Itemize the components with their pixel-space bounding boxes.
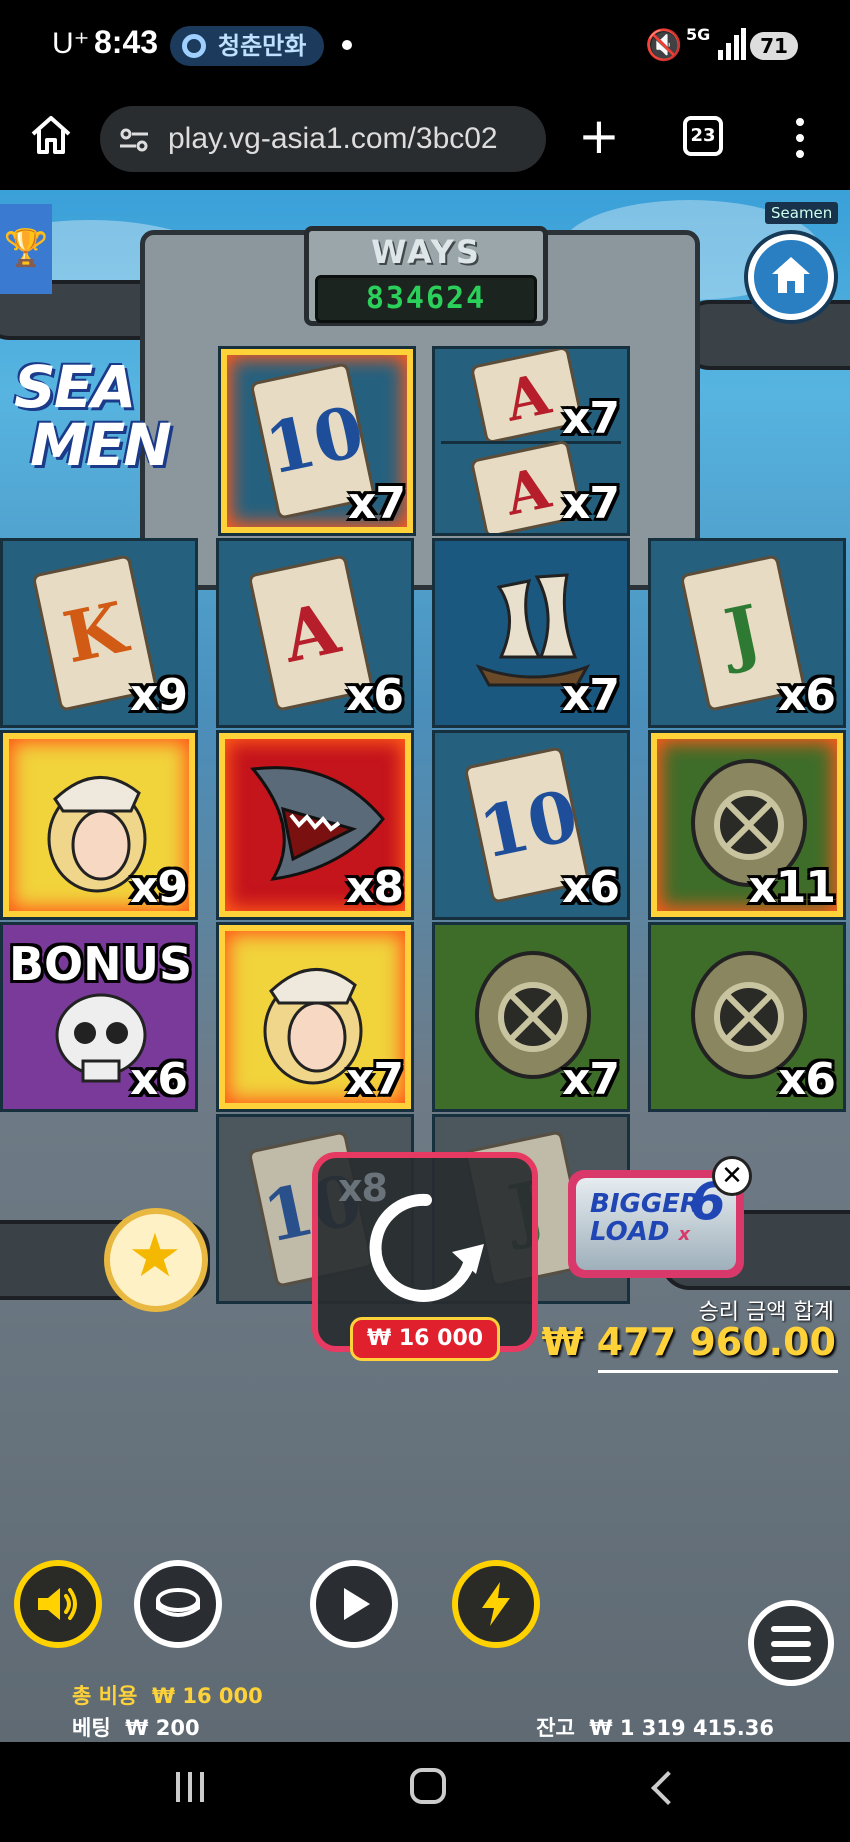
balance-info: 잔고 ₩ 1 319 415.36	[536, 1712, 774, 1742]
bet-value: ₩ 200	[125, 1716, 200, 1740]
site-settings-icon[interactable]	[118, 128, 150, 152]
reel-cell: 10 x7	[218, 346, 416, 536]
notification-dot-icon	[342, 40, 352, 50]
spin-icon	[369, 1193, 484, 1302]
home-icon	[772, 257, 810, 293]
win-total-value: ₩ 477 960.00	[541, 1320, 836, 1364]
cell-multiplier: x9	[130, 670, 188, 721]
game-logo: SEA MEN	[0, 350, 200, 500]
turbo-button[interactable]	[452, 1560, 540, 1648]
bigger-load-x: x	[678, 1224, 691, 1245]
game-tag: Seamen	[765, 202, 839, 224]
home-nav-icon[interactable]	[410, 1768, 446, 1804]
spin-cost-badge: ₩ 16 000	[350, 1317, 500, 1361]
browser-menu-icon[interactable]	[792, 114, 808, 162]
address-bar[interactable]: play.vg-asia1.com/3bc02	[100, 106, 546, 172]
new-tab-icon[interactable]: +	[578, 106, 620, 166]
browser-toolbar: play.vg-asia1.com/3bc02 + 23	[0, 92, 850, 190]
app-icon	[182, 34, 206, 58]
game-canvas[interactable]: 🏆 Seamen WAYS 834624 SEA MEN 10 x7 A x7 …	[0, 190, 850, 1742]
bet-label: 베팅	[72, 1716, 111, 1740]
cell-multiplier-top: x7	[562, 393, 620, 444]
sound-button[interactable]	[14, 1560, 102, 1648]
reel-cell: 10 x6	[432, 730, 630, 920]
trophy-icon[interactable]: 🏆	[0, 204, 52, 294]
close-banner-button[interactable]: ✕	[712, 1156, 752, 1196]
bet-settings-button[interactable]	[134, 1560, 222, 1648]
game-home-button[interactable]	[748, 234, 834, 320]
notification-app-label: 청춘만화	[218, 32, 307, 60]
cell-multiplier: x11	[748, 862, 836, 913]
reel-cell: BONUS x6	[0, 922, 198, 1112]
reel-cell: x9	[0, 730, 198, 920]
total-cost: 총 비용 ₩ 16 000	[72, 1680, 263, 1710]
balance-value: ₩ 1 319 415.36	[589, 1716, 774, 1740]
bigger-load-inner: BIGGER LOAD x 6	[576, 1176, 736, 1270]
browser-home-icon[interactable]	[28, 112, 74, 158]
total-cost-label: 총 비용	[72, 1684, 138, 1708]
cell-multiplier: x9	[130, 862, 188, 913]
game-menu-button[interactable]	[748, 1600, 834, 1686]
reel-cell: x8	[216, 730, 414, 920]
win-underline	[598, 1370, 838, 1373]
speaker-icon	[38, 1588, 77, 1620]
star-icon: ★	[128, 1221, 182, 1291]
battery-indicator: 71	[750, 32, 798, 60]
play-icon	[344, 1588, 370, 1620]
cell-multiplier: x6	[130, 1054, 188, 1105]
recent-apps-icon[interactable]	[176, 1772, 212, 1802]
balance-label: 잔고	[536, 1716, 575, 1740]
cell-multiplier: x6	[778, 670, 836, 721]
cell-multiplier: x7	[346, 1054, 404, 1105]
reel-cell: x6	[648, 922, 846, 1112]
cell-multiplier: x6	[562, 862, 620, 913]
autoplay-button[interactable]	[310, 1560, 398, 1648]
split-divider	[441, 441, 621, 444]
ways-label: WAYS	[371, 233, 481, 271]
reel-cell: x7	[432, 538, 630, 728]
status-bar: U⁺ 8:43 청춘만화 🔇 5G 71	[0, 0, 850, 92]
cell-multiplier: x7	[348, 478, 406, 529]
reel-cell: A x6	[216, 538, 414, 728]
cell-multiplier: x7	[562, 670, 620, 721]
total-cost-value: ₩ 16 000	[151, 1684, 263, 1708]
tab-switcher-button[interactable]: 23	[683, 116, 723, 156]
clock: 8:43	[94, 24, 159, 60]
logo-line-1: SEA	[14, 353, 136, 421]
back-icon[interactable]	[651, 1771, 685, 1805]
reel-cell: K x9	[0, 538, 198, 728]
lightning-icon	[482, 1582, 510, 1626]
reel-cell: J x6	[648, 538, 846, 728]
mute-icon: 🔇	[645, 28, 683, 63]
bonus-label: BONUS	[9, 937, 193, 991]
cell-multiplier: x7	[562, 1054, 620, 1105]
ways-counter: WAYS 834624	[304, 226, 548, 326]
bet-info: 베팅 ₩ 200	[72, 1712, 200, 1742]
reel-cell: A x7 A x7	[432, 346, 630, 536]
reel-cell: x11	[648, 730, 846, 920]
system-nav-bar	[0, 1742, 850, 1842]
cell-multiplier: x6	[778, 1054, 836, 1105]
logo-line-2: MEN	[30, 411, 172, 479]
reel-cell: x7	[216, 922, 414, 1112]
cell-multiplier: x7	[562, 478, 620, 529]
signal-icon	[718, 28, 746, 60]
cell-multiplier: x8	[346, 862, 404, 913]
bigger-load-line-2-text: LOAD	[590, 1217, 670, 1247]
network-label: 5G	[686, 25, 711, 44]
reel-cell: x7	[432, 922, 630, 1112]
notification-pill[interactable]: 청춘만화	[170, 26, 325, 66]
coin-icon	[156, 1588, 200, 1617]
favorite-button[interactable]: ★	[104, 1208, 208, 1312]
carrier-label: U⁺	[52, 27, 90, 60]
url-text[interactable]: play.vg-asia1.com/3bc02	[168, 122, 538, 156]
ways-value: 834624	[315, 275, 537, 323]
cell-multiplier: x6	[346, 670, 404, 721]
